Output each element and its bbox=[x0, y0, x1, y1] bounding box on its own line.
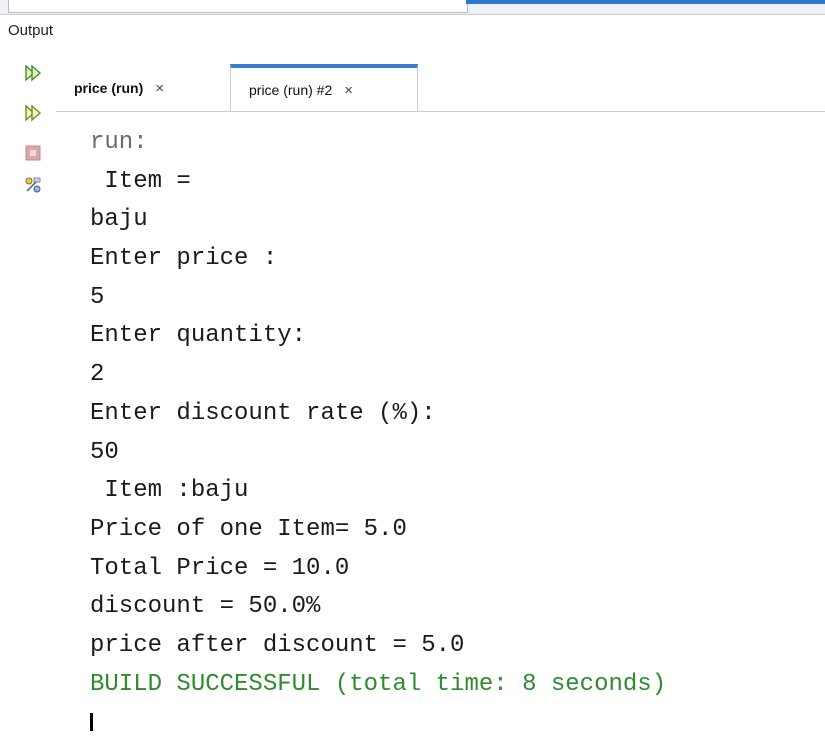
output-tab-bar: price (run) × price (run) #2 × bbox=[56, 48, 825, 112]
editor-tab-strip bbox=[466, 0, 825, 4]
console-line: price after discount = 5.0 bbox=[90, 631, 465, 659]
tab-label: price (run) #2 bbox=[249, 82, 333, 98]
console-line: Enter quantity: bbox=[90, 322, 307, 350]
console-line: Price of one Item= 5.0 bbox=[90, 515, 407, 543]
tab-divider bbox=[56, 111, 825, 112]
rerun-with-different-params-icon[interactable] bbox=[24, 104, 42, 122]
text-cursor bbox=[90, 712, 93, 731]
build-status-line: BUILD SUCCESSFUL (total time: 8 seconds) bbox=[90, 670, 667, 698]
close-icon[interactable]: × bbox=[344, 82, 353, 99]
top-strip bbox=[0, 0, 825, 15]
close-icon[interactable]: × bbox=[155, 80, 164, 97]
console-line: run: bbox=[90, 129, 148, 156]
console-output[interactable]: run: Item = baju Enter price : 5 Enter q… bbox=[90, 124, 825, 744]
console-line: Enter price : bbox=[90, 245, 278, 273]
tab-label: price (run) bbox=[74, 80, 144, 96]
rerun-icon[interactable] bbox=[24, 64, 42, 82]
console-line: 5 bbox=[90, 283, 105, 311]
console-line: Item = bbox=[90, 167, 191, 195]
console-line: Enter discount rate (%): bbox=[90, 399, 436, 427]
tab-price-run[interactable]: price (run) × bbox=[62, 64, 228, 112]
console-line: Total Price = 10.0 bbox=[90, 554, 350, 582]
tab-price-run-2[interactable]: price (run) #2 × bbox=[230, 64, 418, 112]
output-toolbar bbox=[8, 48, 52, 748]
output-panel-title: Output bbox=[8, 22, 54, 39]
console-line: Item :baju bbox=[90, 477, 249, 505]
settings-icon[interactable] bbox=[24, 176, 42, 194]
console-line: 2 bbox=[90, 361, 105, 389]
console-line: 50 bbox=[90, 438, 119, 466]
editor-strip bbox=[8, 0, 468, 13]
stop-icon[interactable] bbox=[24, 144, 42, 162]
console-line: baju bbox=[90, 206, 148, 234]
console-line: discount = 50.0% bbox=[90, 593, 321, 621]
input-caret-line[interactable] bbox=[90, 704, 825, 743]
